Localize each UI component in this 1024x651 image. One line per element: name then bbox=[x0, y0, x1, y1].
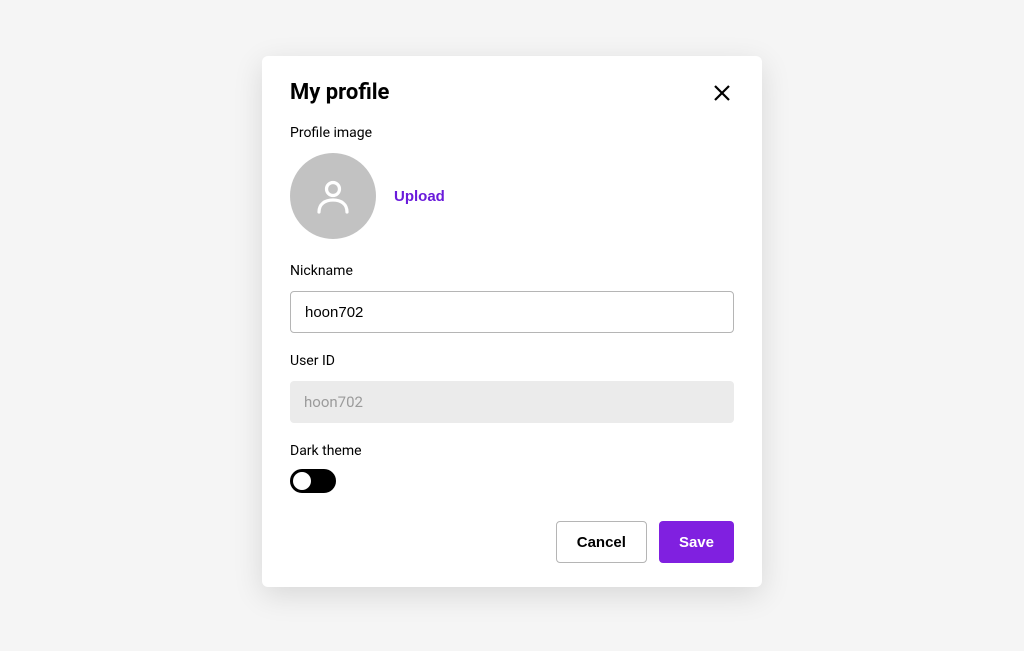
save-button[interactable]: Save bbox=[659, 521, 734, 563]
modal-title: My profile bbox=[290, 80, 389, 105]
close-button[interactable] bbox=[710, 81, 734, 105]
dark-theme-toggle[interactable] bbox=[290, 469, 336, 493]
cancel-button[interactable]: Cancel bbox=[556, 521, 647, 563]
user-id-field-group: User ID hoon702 bbox=[290, 353, 734, 423]
modal-actions: Cancel Save bbox=[290, 521, 734, 563]
profile-image-row: Upload bbox=[290, 153, 734, 239]
toggle-knob bbox=[293, 472, 311, 490]
user-id-display: hoon702 bbox=[290, 381, 734, 423]
upload-button[interactable]: Upload bbox=[394, 188, 445, 205]
nickname-field-group: Nickname bbox=[290, 263, 734, 333]
dark-theme-field-group: Dark theme bbox=[290, 443, 734, 493]
nickname-label: Nickname bbox=[290, 263, 734, 279]
avatar bbox=[290, 153, 376, 239]
modal-header: My profile bbox=[290, 80, 734, 105]
profile-modal: My profile Profile image Upload Nickname… bbox=[262, 56, 762, 587]
profile-image-section: Profile image Upload bbox=[290, 125, 734, 239]
dark-theme-label: Dark theme bbox=[290, 443, 734, 459]
user-id-label: User ID bbox=[290, 353, 734, 369]
profile-image-label: Profile image bbox=[290, 125, 734, 141]
nickname-input[interactable] bbox=[290, 291, 734, 333]
close-icon bbox=[712, 83, 732, 103]
user-icon bbox=[311, 174, 355, 218]
